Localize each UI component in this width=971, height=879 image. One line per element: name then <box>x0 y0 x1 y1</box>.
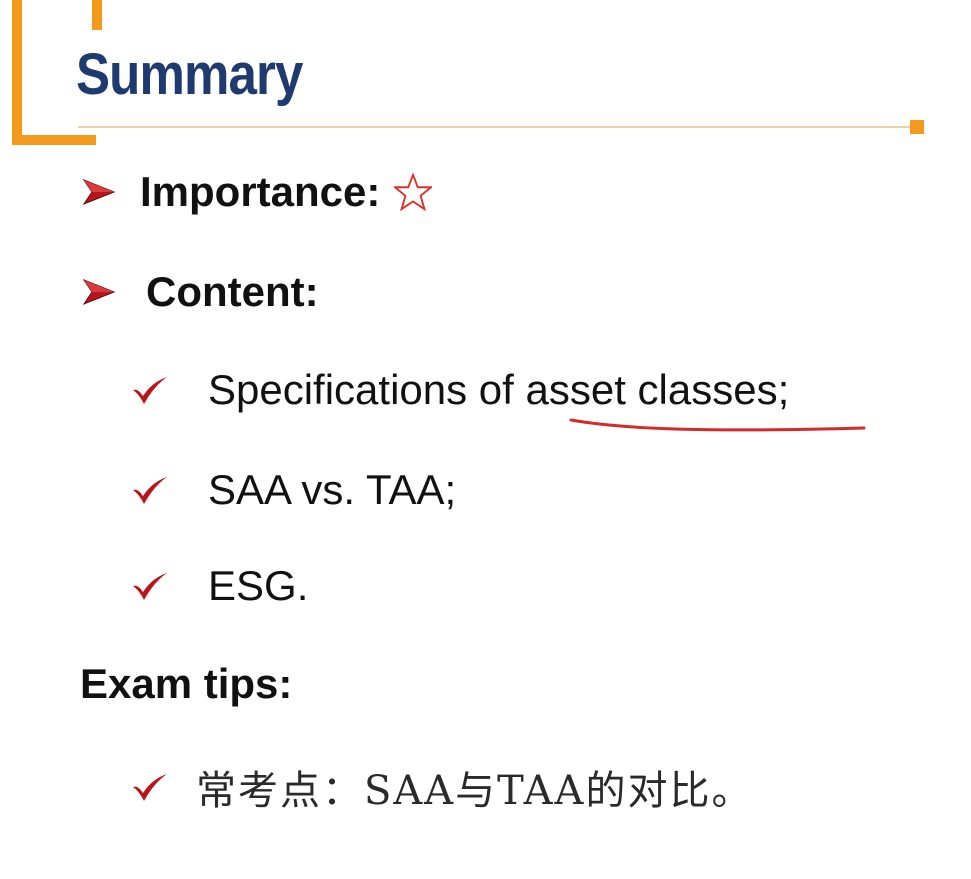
star-outline-icon <box>394 173 433 211</box>
title-divider <box>78 126 912 128</box>
checkmark-icon <box>133 573 167 600</box>
importance-row: Importance: <box>82 168 433 216</box>
content-item-text: ESG. <box>208 562 309 609</box>
content-label: Content: <box>146 268 319 315</box>
exam-tip-text: 常考点：SAA与TAA的对比。 <box>196 768 754 814</box>
slide-title: Summary <box>76 42 303 107</box>
content-row: Content: <box>82 268 319 316</box>
importance-label: Importance: <box>140 168 381 215</box>
exam-tips-row: Exam tips: <box>80 660 292 708</box>
arrow-bullet-icon <box>82 178 116 206</box>
exam-tips-label: Exam tips: <box>80 660 293 707</box>
content-item: Specifications of asset classes; <box>130 366 789 414</box>
content-item-text: Specifications of asset classes; <box>208 366 790 413</box>
exam-tip-item: 常考点：SAA与TAA的对比。 <box>130 758 753 816</box>
content-item: SAA vs. TAA; <box>130 466 456 514</box>
divider-end-marker <box>910 120 924 134</box>
checkmark-icon <box>133 377 167 404</box>
handwritten-underline <box>569 418 866 432</box>
checkmark-icon <box>133 477 167 504</box>
checkmark-icon <box>133 774 167 801</box>
content-item-text: SAA vs. TAA; <box>208 466 457 513</box>
arrow-bullet-icon <box>82 278 116 306</box>
corner-bracket-top <box>12 0 102 30</box>
content-item: ESG. <box>130 562 308 610</box>
